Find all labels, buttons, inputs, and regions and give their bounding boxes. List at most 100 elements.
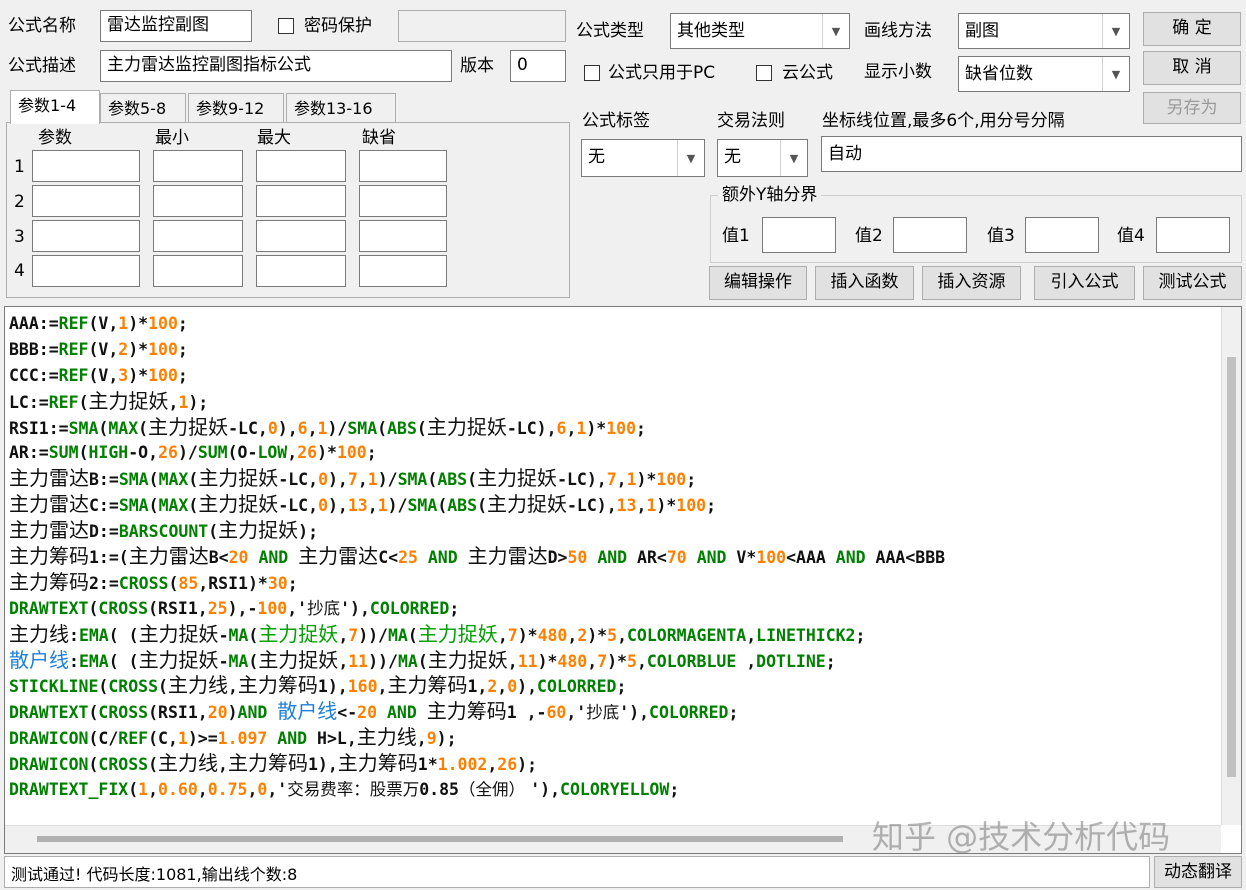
test-formula-button[interactable]: 测试公式 bbox=[1143, 266, 1242, 300]
code-token: )* bbox=[317, 443, 337, 463]
code-token: CROSS bbox=[98, 598, 149, 618]
code-token: 100 bbox=[676, 496, 707, 516]
vertical-scrollbar[interactable] bbox=[1221, 307, 1241, 825]
code-token: 主力线 bbox=[167, 673, 228, 698]
ok-button[interactable]: 确 定 bbox=[1143, 12, 1241, 46]
code-token: 散户线 bbox=[9, 647, 69, 672]
formula-tag-value: 无 bbox=[588, 147, 605, 167]
cloud-formula-checkbox[interactable] bbox=[756, 65, 772, 81]
insert-resource-button[interactable]: 插入资源 bbox=[922, 266, 1021, 300]
param-name-field[interactable] bbox=[32, 220, 140, 252]
code-token: , bbox=[287, 443, 298, 463]
save-as-button[interactable]: 另存为 bbox=[1143, 92, 1241, 124]
code-token: -LC), bbox=[557, 470, 607, 490]
code-token: ( bbox=[88, 755, 99, 775]
dynamic-translate-button[interactable]: 动态翻译 bbox=[1154, 856, 1242, 888]
pc-only-checkbox[interactable] bbox=[584, 65, 600, 81]
trade-rule-select[interactable]: 无 ▼ bbox=[717, 139, 808, 177]
param-max-field[interactable] bbox=[256, 255, 346, 287]
code-token: , bbox=[416, 729, 427, 749]
param-max-field[interactable] bbox=[256, 185, 346, 217]
value3-input[interactable] bbox=[1025, 217, 1099, 253]
code-token: BARSCOUNT bbox=[118, 522, 209, 542]
draw-method-select[interactable]: 副图 ▼ bbox=[958, 13, 1130, 49]
code-token: 30 bbox=[267, 573, 288, 593]
param-default-field[interactable] bbox=[359, 150, 447, 182]
code-token: , bbox=[307, 418, 318, 438]
code-token: , bbox=[377, 677, 388, 697]
code-token: ( bbox=[168, 573, 179, 593]
param-min-field[interactable] bbox=[153, 255, 243, 287]
insert-function-button[interactable]: 插入函数 bbox=[815, 266, 914, 300]
code-token: (V, bbox=[88, 314, 119, 333]
code-token: '), bbox=[340, 598, 370, 618]
param-name-field[interactable] bbox=[32, 255, 140, 287]
param-name-field[interactable] bbox=[32, 150, 140, 182]
code-token: , bbox=[587, 651, 598, 671]
param-header-default: 缺省 bbox=[362, 128, 396, 148]
code-line: DRAWICON(C/REF(C,1)>=1.097 AND H>L,主力线,9… bbox=[9, 725, 1219, 751]
formula-tag-select[interactable]: 无 ▼ bbox=[581, 139, 705, 177]
param-default-field[interactable] bbox=[359, 220, 447, 252]
value4-input[interactable] bbox=[1156, 217, 1230, 253]
decimals-select[interactable]: 缺省位数 ▼ bbox=[958, 56, 1130, 92]
version-input[interactable]: 0 bbox=[510, 50, 566, 82]
value1-input[interactable] bbox=[762, 217, 836, 253]
code-token: ( bbox=[148, 470, 159, 490]
code-token: ); bbox=[188, 392, 209, 412]
edit-operations-button[interactable]: 编辑操作 bbox=[709, 266, 807, 300]
code-token: DRAWICON bbox=[9, 729, 89, 749]
tab-params-1-4[interactable]: 参数1-4 bbox=[10, 90, 100, 124]
code-token: ( bbox=[477, 496, 487, 516]
horizontal-scroll-thumb[interactable] bbox=[37, 836, 843, 842]
param-default-field[interactable] bbox=[359, 185, 447, 217]
tab-params-5-8[interactable]: 参数5-8 bbox=[100, 93, 186, 123]
formula-name-input[interactable]: 雷达监控副图 bbox=[100, 10, 252, 42]
code-token: '), bbox=[619, 703, 650, 723]
tab-params-9-12[interactable]: 参数9-12 bbox=[188, 93, 284, 123]
vertical-scroll-thumb[interactable] bbox=[1227, 357, 1236, 777]
password-protect-checkbox[interactable] bbox=[278, 18, 294, 34]
param-min-field[interactable] bbox=[153, 150, 243, 182]
trade-rule-value: 无 bbox=[724, 147, 741, 167]
tab-params-13-16[interactable]: 参数13-16 bbox=[286, 93, 396, 123]
formula-desc-input[interactable]: 主力雷达监控副图指标公式 bbox=[100, 50, 452, 82]
code-token: ( bbox=[88, 703, 99, 723]
code-token: 主力捉妖 bbox=[477, 466, 558, 491]
formula-desc-label: 公式描述 bbox=[8, 56, 76, 76]
code-token: ; bbox=[669, 780, 680, 800]
draw-method-label: 画线方法 bbox=[864, 21, 932, 41]
code-token: REF bbox=[58, 365, 89, 385]
axis-position-input[interactable]: 自动 bbox=[821, 136, 1242, 172]
cancel-button[interactable]: 取 消 bbox=[1143, 51, 1241, 85]
code-token: C< bbox=[378, 548, 399, 568]
code-token: )/ bbox=[177, 443, 198, 463]
value2-input[interactable] bbox=[893, 217, 967, 253]
password-input[interactable] bbox=[398, 10, 566, 42]
code-token: SMA bbox=[118, 496, 149, 516]
code-token: 100 bbox=[756, 548, 787, 568]
param-max-field[interactable] bbox=[256, 150, 346, 182]
param-name-field[interactable] bbox=[32, 185, 140, 217]
code-line: 主力雷达D:=BARSCOUNT(主力捉妖); bbox=[9, 518, 1219, 544]
code-token: CROSS bbox=[98, 703, 149, 723]
param-default-field[interactable] bbox=[359, 255, 447, 287]
formula-type-select[interactable]: 其他类型 ▼ bbox=[670, 13, 850, 49]
code-token: 7 bbox=[507, 625, 518, 645]
code-token: 100 bbox=[148, 365, 178, 385]
code-token: 1 ,- bbox=[506, 703, 547, 723]
code-token: ( bbox=[427, 470, 438, 490]
code-token: C:= bbox=[89, 496, 119, 516]
import-formula-button[interactable]: 引入公式 bbox=[1034, 266, 1135, 300]
code-token: 11 bbox=[348, 651, 369, 671]
code-token: 主力雷达 bbox=[128, 544, 209, 569]
param-min-field[interactable] bbox=[153, 185, 243, 217]
code-token: -O, bbox=[128, 443, 159, 463]
code-token: , bbox=[367, 496, 378, 516]
param-max-field[interactable] bbox=[256, 220, 346, 252]
code-token: 1 bbox=[576, 418, 587, 438]
param-min-field[interactable] bbox=[153, 220, 243, 252]
code-editor[interactable]: AAA:=REF(V,1)*100; BBB:=REF(V,2)*100; CCC:… bbox=[4, 306, 1242, 854]
code-token: 25 bbox=[398, 548, 418, 568]
